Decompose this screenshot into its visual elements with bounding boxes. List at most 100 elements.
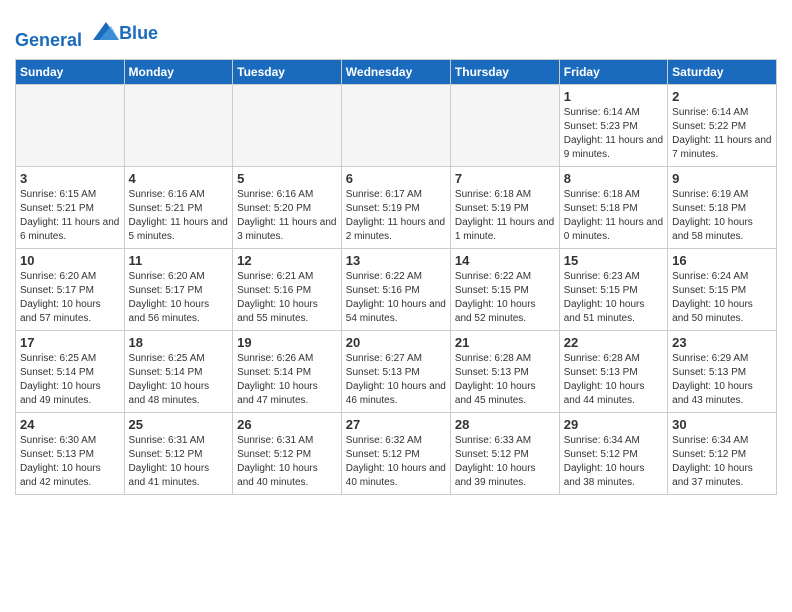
day-number: 23 [672, 335, 772, 350]
day-number: 26 [237, 417, 337, 432]
calendar-table: SundayMondayTuesdayWednesdayThursdayFrid… [15, 59, 777, 495]
day-info: Sunrise: 6:26 AM Sunset: 5:14 PM Dayligh… [237, 352, 337, 408]
day-info: Sunrise: 6:33 AM Sunset: 5:12 PM Dayligh… [455, 434, 555, 490]
weekday-sunday: Sunday [16, 59, 125, 84]
calendar-cell [341, 84, 450, 166]
calendar-cell: 22 Sunrise: 6:28 AM Sunset: 5:13 PM Dayli… [559, 330, 667, 412]
day-number: 11 [129, 253, 229, 268]
day-number: 7 [455, 171, 555, 186]
calendar-cell: 12 Sunrise: 6:21 AM Sunset: 5:16 PM Dayli… [233, 248, 342, 330]
day-number: 5 [237, 171, 337, 186]
day-number: 30 [672, 417, 772, 432]
day-info: Sunrise: 6:23 AM Sunset: 5:15 PM Dayligh… [564, 270, 663, 326]
calendar-cell: 25Sunrise: 6:31 AM Sunset: 5:12 PM Dayli… [124, 412, 233, 494]
calendar-cell [450, 84, 559, 166]
day-info: Sunrise: 6:28 AM Sunset: 5:13 PM Dayligh… [455, 352, 555, 408]
calendar-cell: 1 Sunrise: 6:14 AM Sunset: 5:23 PM Daylig… [559, 84, 667, 166]
day-info: Sunrise: 6:24 AM Sunset: 5:15 PM Dayligh… [672, 270, 772, 326]
day-info: Sunrise: 6:27 AM Sunset: 5:13 PM Dayligh… [346, 352, 446, 408]
calendar-cell: 18 Sunrise: 6:25 AM Sunset: 5:14 PM Dayli… [124, 330, 233, 412]
calendar-cell: 29 Sunrise: 6:34 AM Sunset: 5:12 PM Dayli… [559, 412, 667, 494]
day-number: 6 [346, 171, 446, 186]
day-number: 28 [455, 417, 555, 432]
day-info: Sunrise: 6:29 AM Sunset: 5:13 PM Dayligh… [672, 352, 772, 408]
day-number: 15 [564, 253, 663, 268]
logo-general: General [15, 30, 82, 50]
day-number: 13 [346, 253, 446, 268]
day-number: 19 [237, 335, 337, 350]
page: General Blue SundayMondayTuesdayWednesda… [0, 0, 792, 510]
day-info: Sunrise: 6:14 AM Sunset: 5:22 PM Dayligh… [672, 106, 772, 162]
calendar-cell: 27 Sunrise: 6:32 AM Sunset: 5:12 PM Dayli… [341, 412, 450, 494]
day-info: Sunrise: 6:25 AM Sunset: 5:14 PM Dayligh… [20, 352, 120, 408]
calendar-cell: 13 Sunrise: 6:22 AM Sunset: 5:16 PM Dayli… [341, 248, 450, 330]
weekday-saturday: Saturday [668, 59, 777, 84]
day-info: Sunrise: 6:16 AM Sunset: 5:20 PM Dayligh… [237, 188, 337, 244]
day-info: Sunrise: 6:31 AM Sunset: 5:12 PM Dayligh… [237, 434, 337, 490]
logo: General Blue [15, 16, 158, 51]
day-info: Sunrise: 6:14 AM Sunset: 5:23 PM Dayligh… [564, 106, 663, 162]
day-number: 10 [20, 253, 120, 268]
day-number: 14 [455, 253, 555, 268]
day-number: 2 [672, 89, 772, 104]
day-number: 22 [564, 335, 663, 350]
logo-blue: Blue [119, 24, 158, 44]
day-number: 4 [129, 171, 229, 186]
calendar-cell: 24 Sunrise: 6:30 AM Sunset: 5:13 PM Dayli… [16, 412, 125, 494]
day-number: 17 [20, 335, 120, 350]
calendar-cell: 6 Sunrise: 6:17 AM Sunset: 5:19 PM Daylig… [341, 166, 450, 248]
day-number: 12 [237, 253, 337, 268]
weekday-monday: Monday [124, 59, 233, 84]
calendar-cell: 4 Sunrise: 6:16 AM Sunset: 5:21 PM Daylig… [124, 166, 233, 248]
calendar-cell: 5 Sunrise: 6:16 AM Sunset: 5:20 PM Daylig… [233, 166, 342, 248]
calendar-cell: 10 Sunrise: 6:20 AM Sunset: 5:17 PM Dayli… [16, 248, 125, 330]
calendar-cell: 2 Sunrise: 6:14 AM Sunset: 5:22 PM Daylig… [668, 84, 777, 166]
calendar-cell: 3 Sunrise: 6:15 AM Sunset: 5:21 PM Daylig… [16, 166, 125, 248]
day-info: Sunrise: 6:32 AM Sunset: 5:12 PM Dayligh… [346, 434, 446, 490]
calendar-cell: 8Sunrise: 6:18 AM Sunset: 5:18 PM Daylig… [559, 166, 667, 248]
day-info: Sunrise: 6:34 AM Sunset: 5:12 PM Dayligh… [672, 434, 772, 490]
calendar-cell [16, 84, 125, 166]
calendar-cell: 20 Sunrise: 6:27 AM Sunset: 5:13 PM Dayli… [341, 330, 450, 412]
day-info: Sunrise: 6:18 AM Sunset: 5:19 PM Dayligh… [455, 188, 555, 244]
day-info: Sunrise: 6:16 AM Sunset: 5:21 PM Dayligh… [129, 188, 229, 244]
calendar-cell: 16 Sunrise: 6:24 AM Sunset: 5:15 PM Dayli… [668, 248, 777, 330]
calendar-cell: 23 Sunrise: 6:29 AM Sunset: 5:13 PM Dayli… [668, 330, 777, 412]
calendar-cell: 14Sunrise: 6:22 AM Sunset: 5:15 PM Dayli… [450, 248, 559, 330]
week-row-5: 24 Sunrise: 6:30 AM Sunset: 5:13 PM Dayli… [16, 412, 777, 494]
calendar-cell: 21 Sunrise: 6:28 AM Sunset: 5:13 PM Dayli… [450, 330, 559, 412]
day-info: Sunrise: 6:17 AM Sunset: 5:19 PM Dayligh… [346, 188, 446, 244]
day-number: 3 [20, 171, 120, 186]
day-info: Sunrise: 6:28 AM Sunset: 5:13 PM Dayligh… [564, 352, 663, 408]
weekday-header-row: SundayMondayTuesdayWednesdayThursdayFrid… [16, 59, 777, 84]
week-row-3: 10 Sunrise: 6:20 AM Sunset: 5:17 PM Dayli… [16, 248, 777, 330]
day-number: 18 [129, 335, 229, 350]
day-info: Sunrise: 6:20 AM Sunset: 5:17 PM Dayligh… [20, 270, 120, 326]
calendar-cell [233, 84, 342, 166]
logo-icon [91, 16, 121, 46]
day-info: Sunrise: 6:25 AM Sunset: 5:14 PM Dayligh… [129, 352, 229, 408]
day-number: 25 [129, 417, 229, 432]
day-info: Sunrise: 6:22 AM Sunset: 5:16 PM Dayligh… [346, 270, 446, 326]
day-number: 29 [564, 417, 663, 432]
day-number: 20 [346, 335, 446, 350]
calendar-cell: 11 Sunrise: 6:20 AM Sunset: 5:17 PM Dayli… [124, 248, 233, 330]
calendar-cell: 9 Sunrise: 6:19 AM Sunset: 5:18 PM Daylig… [668, 166, 777, 248]
day-number: 16 [672, 253, 772, 268]
day-info: Sunrise: 6:30 AM Sunset: 5:13 PM Dayligh… [20, 434, 120, 490]
day-number: 8 [564, 171, 663, 186]
day-number: 24 [20, 417, 120, 432]
day-number: 27 [346, 417, 446, 432]
day-number: 1 [564, 89, 663, 104]
weekday-friday: Friday [559, 59, 667, 84]
day-number: 9 [672, 171, 772, 186]
day-info: Sunrise: 6:20 AM Sunset: 5:17 PM Dayligh… [129, 270, 229, 326]
day-info: Sunrise: 6:15 AM Sunset: 5:21 PM Dayligh… [20, 188, 120, 244]
calendar-cell: 26 Sunrise: 6:31 AM Sunset: 5:12 PM Dayli… [233, 412, 342, 494]
weekday-thursday: Thursday [450, 59, 559, 84]
day-info: Sunrise: 6:34 AM Sunset: 5:12 PM Dayligh… [564, 434, 663, 490]
day-info: Sunrise: 6:19 AM Sunset: 5:18 PM Dayligh… [672, 188, 772, 244]
calendar-cell: 30 Sunrise: 6:34 AM Sunset: 5:12 PM Dayli… [668, 412, 777, 494]
day-number: 21 [455, 335, 555, 350]
day-info: Sunrise: 6:21 AM Sunset: 5:16 PM Dayligh… [237, 270, 337, 326]
